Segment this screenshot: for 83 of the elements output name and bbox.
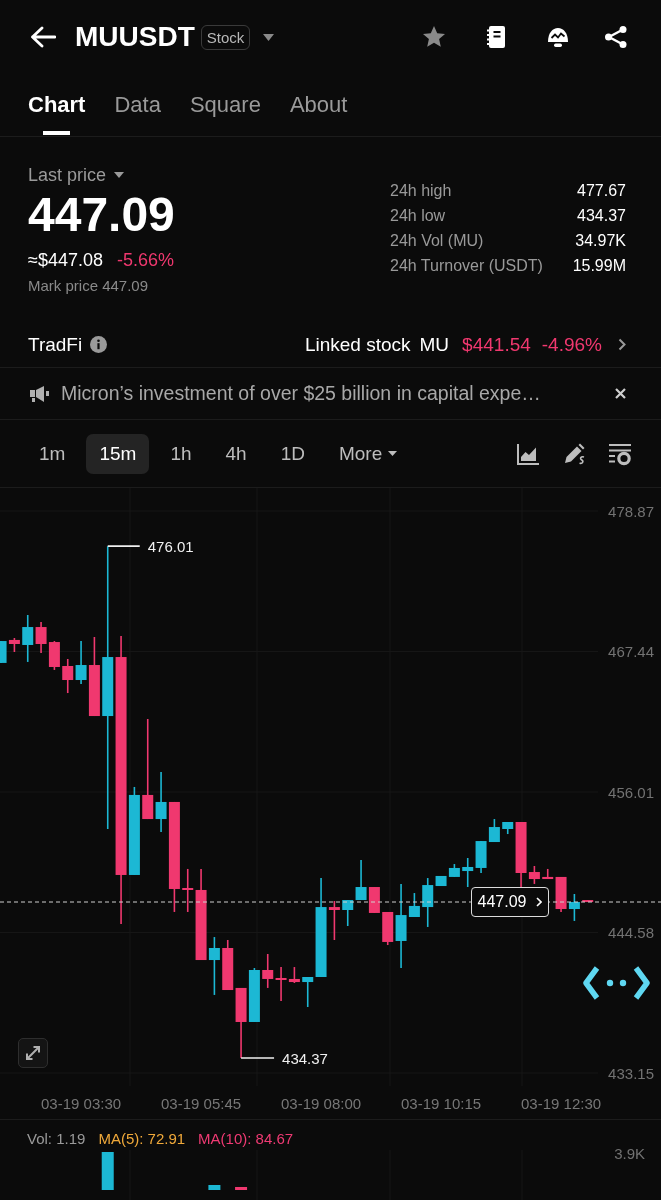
chevrons-dots-icon[interactable] xyxy=(583,965,650,1001)
price-change: -5.66% xyxy=(116,249,174,272)
more-dropdown[interactable]: More xyxy=(325,433,411,474)
expand-button[interactable] xyxy=(18,1038,48,1068)
price-type-label: Last price xyxy=(28,164,107,187)
megaphone-icon xyxy=(30,384,50,403)
candle xyxy=(235,987,247,1059)
leader-line xyxy=(240,1057,275,1059)
last-price: 447.09 xyxy=(28,189,175,241)
pencil-icon[interactable] xyxy=(562,441,586,466)
interval-tab[interactable]: 1m xyxy=(26,433,79,474)
stat-label: 24h low xyxy=(390,206,447,225)
interval-tab[interactable]: 1D xyxy=(267,433,318,474)
axis-label: 444.58 xyxy=(608,924,654,941)
interval-tab[interactable]: 15m xyxy=(86,433,150,474)
candle xyxy=(248,967,260,1023)
tab[interactable]: Data xyxy=(114,88,161,135)
stat-value: 34.97K xyxy=(575,231,626,250)
news-headline[interactable]: Micron’s investment of over $25 billion in capital expe… xyxy=(61,382,541,405)
candle xyxy=(448,863,460,878)
linked-stock-label: Linked stock xyxy=(304,333,411,356)
usd-price: ≈$447.08 xyxy=(28,249,103,272)
settings-icon[interactable] xyxy=(608,441,632,466)
caret-icon[interactable] xyxy=(114,172,125,178)
axis-label: 467.44 xyxy=(608,643,654,660)
leader-line xyxy=(106,545,141,547)
candle xyxy=(222,939,234,991)
price-tag[interactable]: 447.09 xyxy=(471,886,549,917)
high-price-label: 476.01 xyxy=(147,537,194,555)
candle xyxy=(48,640,60,671)
stat-label: 24h Turnover (USDT) xyxy=(390,256,544,275)
expand-icon xyxy=(25,1045,41,1061)
time-label: 03-19 05:45 xyxy=(161,1094,242,1112)
stat-label: 24h high xyxy=(390,181,453,200)
candle xyxy=(462,857,474,888)
time-label: 03-19 08:00 xyxy=(281,1094,362,1112)
linked-stock-price: $441.54 xyxy=(462,333,531,356)
info-icon[interactable] xyxy=(90,336,108,353)
axis-label: 433.15 xyxy=(608,1064,654,1082)
bell-icon[interactable] xyxy=(546,25,570,49)
axis-label: 478.87 xyxy=(608,502,654,520)
indicator-value: Vol: 1.19 xyxy=(27,1129,86,1149)
indicator-value: MA(5): 72.91 xyxy=(98,1129,186,1149)
notebook-icon[interactable] xyxy=(484,25,508,49)
candle xyxy=(62,658,74,694)
tab[interactable]: Square xyxy=(189,88,261,135)
stat-label: 24h Vol (MU) xyxy=(390,231,485,250)
low-price-label: 434.37 xyxy=(282,1049,328,1067)
time-label: 03-19 10:15 xyxy=(401,1094,482,1112)
candle xyxy=(582,899,594,903)
type-badge: Stock xyxy=(200,24,251,50)
indicator-value: MA(10): 84.67 xyxy=(198,1129,294,1149)
stat-value: 434.37 xyxy=(577,206,626,225)
volume-bar xyxy=(101,1152,114,1190)
interval-tab[interactable]: 4h xyxy=(212,433,260,474)
mark-price: Mark price 447.09 xyxy=(28,276,150,296)
pair-title: MUUSDT xyxy=(75,20,195,54)
candle xyxy=(262,953,274,989)
candle xyxy=(568,893,580,922)
axis-label: 3.9K xyxy=(614,1144,645,1162)
axis-label: 456.01 xyxy=(608,783,654,801)
chevron-right-icon xyxy=(536,896,543,907)
back-arrow-icon[interactable] xyxy=(30,26,56,48)
tradfi-label: TradFi xyxy=(28,333,83,356)
caret-icon[interactable] xyxy=(263,33,275,41)
volume-bar xyxy=(208,1185,221,1190)
linked-stock-change: -4.96% xyxy=(541,333,602,356)
close-icon[interactable] xyxy=(615,388,626,399)
share-icon[interactable] xyxy=(604,25,628,49)
time-label: 03-19 03:30 xyxy=(41,1094,122,1112)
stat-value: 477.67 xyxy=(577,181,626,200)
candle xyxy=(475,840,487,874)
stat-value: 15.99M xyxy=(572,256,626,275)
time-label: 03-19 12:30 xyxy=(521,1094,602,1112)
linked-stock-symbol: MU xyxy=(419,333,450,356)
tab[interactable]: About xyxy=(289,88,348,135)
area-chart-icon[interactable] xyxy=(516,441,540,466)
chevron-right-icon[interactable] xyxy=(618,338,626,351)
candle xyxy=(488,818,500,843)
interval-tab[interactable]: 1h xyxy=(157,433,205,474)
volume-bar xyxy=(235,1187,248,1190)
star-icon[interactable] xyxy=(422,25,446,49)
caret-icon xyxy=(388,451,398,456)
